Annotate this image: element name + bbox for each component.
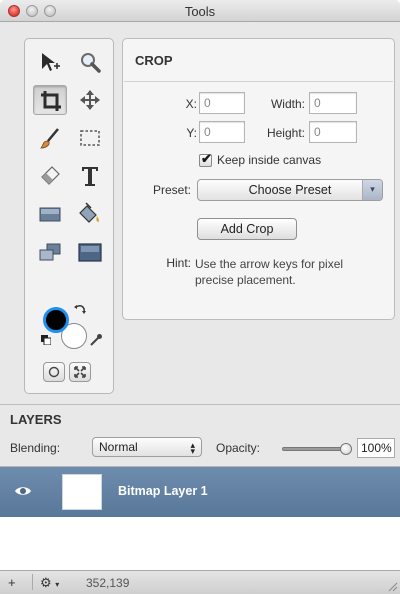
window-title: Tools bbox=[184, 4, 216, 19]
height-label: Height: bbox=[266, 126, 305, 140]
x-field[interactable]: 0 bbox=[199, 92, 245, 114]
text-icon bbox=[82, 167, 98, 186]
blending-value: Normal bbox=[99, 440, 138, 454]
selection-mode-button[interactable] bbox=[43, 362, 65, 382]
resize-grip-icon[interactable] bbox=[386, 580, 398, 592]
move-selection-tool-button[interactable] bbox=[33, 47, 67, 77]
keep-inside-label: Keep inside canvas bbox=[217, 153, 322, 167]
keep-inside-checkbox[interactable]: ✔ bbox=[199, 151, 212, 167]
layer-name: Bitmap Layer 1 bbox=[118, 484, 208, 498]
rectangle-icon bbox=[39, 207, 61, 222]
gear-icon: ⚙ bbox=[40, 575, 52, 590]
text-tool-button[interactable] bbox=[73, 161, 107, 191]
title-bar[interactable]: Tools bbox=[0, 0, 400, 22]
opacity-label: Opacity: bbox=[216, 441, 261, 455]
layer-thumbnail bbox=[62, 474, 102, 510]
status-bar: + ⚙ ▾ 352,139 bbox=[0, 570, 400, 594]
hint-text-line2: precise placement. bbox=[195, 273, 296, 287]
gear-menu-button[interactable]: ⚙ ▾ bbox=[40, 575, 59, 591]
preset-label: Preset: bbox=[152, 183, 191, 197]
add-crop-button[interactable]: Add Crop bbox=[197, 218, 297, 240]
expand-icon bbox=[74, 366, 86, 378]
rectangle-shape-tool-button[interactable] bbox=[33, 199, 67, 229]
checkmark-icon: ✔ bbox=[201, 151, 212, 166]
x-label: X: bbox=[185, 97, 197, 111]
zoom-tool-button[interactable] bbox=[73, 47, 107, 77]
opacity-slider-knob[interactable] bbox=[340, 443, 352, 455]
tool-palette bbox=[24, 38, 114, 394]
stepper-icon: ▾ bbox=[190, 446, 195, 456]
marquee-icon bbox=[80, 130, 100, 146]
paint-bucket-icon bbox=[79, 202, 100, 223]
chevron-down-icon: ▾ bbox=[55, 580, 60, 589]
width-field[interactable]: 0 bbox=[309, 92, 357, 114]
layer-tool-button[interactable] bbox=[33, 237, 67, 267]
layers-icon bbox=[39, 243, 61, 261]
layer-row[interactable]: Bitmap Layer 1 bbox=[0, 467, 400, 517]
panel-title: CROP bbox=[135, 53, 173, 68]
fit-mode-button[interactable] bbox=[69, 362, 91, 382]
image-tool-button[interactable] bbox=[73, 237, 107, 267]
circle-mode-icon bbox=[48, 366, 60, 378]
add-layer-button[interactable]: + bbox=[8, 575, 16, 591]
eraser-tool-button[interactable] bbox=[33, 161, 67, 191]
crop-tool-button[interactable] bbox=[33, 85, 67, 115]
paintbrush-icon bbox=[40, 128, 59, 149]
crop-panel: CROP X: 0 Width: 0 Y: 0 Height: 0 ✔ Keep… bbox=[122, 38, 395, 320]
tools-window: Tools CROP X: 0 Width: 0 Y: 0 Height: 0 … bbox=[0, 0, 400, 594]
eraser-icon bbox=[41, 166, 60, 185]
eye-icon[interactable] bbox=[14, 483, 32, 499]
crop-icon bbox=[41, 91, 61, 111]
arrow-pointer-icon bbox=[42, 53, 60, 71]
width-label: Width: bbox=[270, 97, 305, 111]
color-swatches bbox=[39, 301, 105, 361]
cursor-coordinates: 352,139 bbox=[86, 576, 130, 590]
divider bbox=[0, 404, 400, 405]
chevron-down-icon: ▾ bbox=[362, 180, 382, 200]
y-label: Y: bbox=[186, 126, 197, 140]
foreground-color-swatch[interactable] bbox=[43, 307, 69, 333]
pan-tool-button[interactable] bbox=[73, 85, 107, 115]
blending-label: Blending: bbox=[10, 441, 61, 455]
preset-select[interactable]: Choose Preset ▾ bbox=[197, 179, 383, 201]
default-colors-icon[interactable] bbox=[41, 335, 51, 345]
height-field[interactable]: 0 bbox=[309, 121, 357, 143]
rect-select-tool-button[interactable] bbox=[73, 123, 107, 153]
layers-title: LAYERS bbox=[10, 412, 62, 427]
fill-tool-button[interactable] bbox=[73, 199, 107, 229]
magnifier-icon bbox=[81, 53, 101, 73]
divider bbox=[32, 574, 36, 590]
image-frame-icon bbox=[78, 243, 102, 262]
hint-text-line1: Use the arrow keys for pixel bbox=[195, 257, 344, 271]
eyedropper-icon[interactable] bbox=[89, 333, 103, 347]
preset-value: Choose Preset bbox=[248, 183, 332, 197]
hint-label: Hint: bbox=[166, 256, 191, 270]
opacity-field[interactable]: 100% bbox=[357, 438, 395, 458]
swap-colors-icon[interactable] bbox=[73, 303, 87, 317]
divider bbox=[124, 81, 393, 82]
move-arrows-icon bbox=[80, 90, 100, 110]
brush-tool-button[interactable] bbox=[33, 123, 67, 153]
y-field[interactable]: 0 bbox=[199, 121, 245, 143]
blending-select[interactable]: Normal ▴ ▾ bbox=[92, 437, 202, 457]
layer-list: Bitmap Layer 1 bbox=[0, 466, 400, 570]
